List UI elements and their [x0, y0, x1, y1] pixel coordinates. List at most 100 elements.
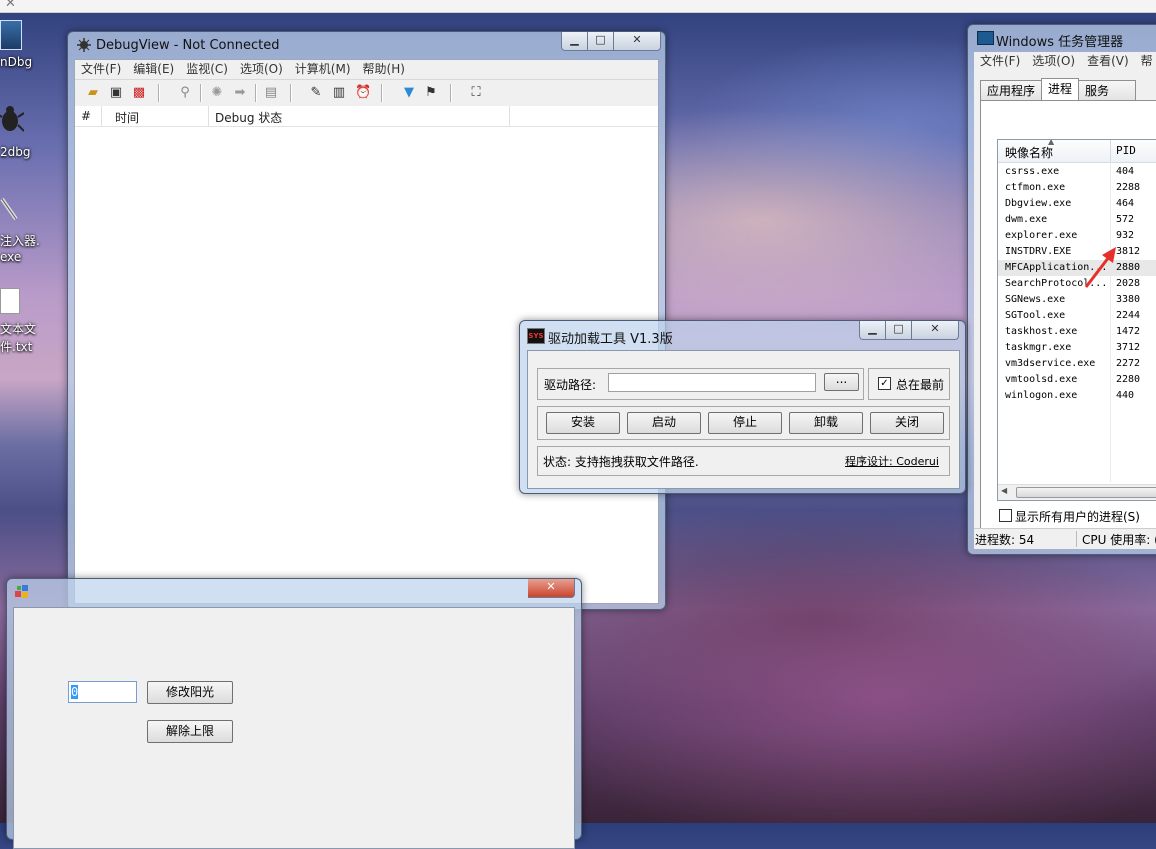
tab-applications[interactable]: 应用程序 [980, 80, 1043, 101]
menu-options[interactable]: 选项(O) [234, 60, 289, 79]
process-row[interactable]: csrss.exe 404 [998, 164, 1156, 180]
task-manager-menubar: 文件(F) 选项(O) 查看(V) 帮 [974, 52, 1156, 72]
process-name: vmtoolsd.exe [1005, 374, 1078, 385]
scroll-left-icon[interactable]: ◀ [1001, 486, 1007, 495]
mfc-app-icon [15, 585, 29, 599]
tab-processes[interactable]: 进程 [1041, 78, 1080, 101]
process-name: ctfmon.exe [1005, 182, 1066, 193]
search-icon[interactable]: ⚲ [177, 85, 193, 101]
menu-file[interactable]: 文件(F) [75, 60, 127, 79]
column-number[interactable]: # [81, 109, 91, 123]
driver-path-input[interactable] [608, 373, 816, 392]
tab-services[interactable]: 服务 [1078, 80, 1137, 101]
process-row[interactable]: vm3dservice.exe 2272 [998, 356, 1156, 372]
cpu-usage: CPU 使用率: ( [1082, 533, 1156, 547]
process-row[interactable]: ctfmon.exe 2288 [998, 180, 1156, 196]
process-row[interactable]: winlogon.exe 440 [998, 388, 1156, 404]
remove-limit-button[interactable]: 解除上限 [147, 720, 233, 743]
menu-capture[interactable]: 监视(C) [180, 60, 234, 79]
tm-menu-file[interactable]: 文件(F) [974, 52, 1026, 72]
status-text: 状态: 支持拖拽获取文件路径. [543, 455, 699, 469]
close-icon[interactable]: ✕ [5, 0, 16, 11]
task-manager-titlebar[interactable]: Windows 任务管理器 [968, 25, 1156, 51]
sunshine-value-input[interactable]: 0 [68, 681, 137, 703]
action-buttons-group: 安装 启动 停止 卸载 关闭 [537, 406, 950, 440]
process-row[interactable]: INSTDRV.EXE 3812 [998, 244, 1156, 260]
menu-edit[interactable]: 编辑(E) [127, 60, 180, 79]
process-row[interactable]: vmtoolsd.exe 2280 [998, 372, 1156, 388]
highlight-icon[interactable]: ▥ [331, 85, 347, 101]
menu-computer[interactable]: 计算机(M) [289, 60, 357, 79]
tm-menu-view[interactable]: 查看(V) [1081, 52, 1135, 72]
driver-tool-titlebar[interactable]: SYS 驱动加载工具 V1.3版 ▁ □ ✕ [520, 321, 965, 347]
column-image-name[interactable]: 映像名称 [1005, 144, 1053, 161]
desktop-icon-2dbg[interactable]: 2dbg [0, 105, 40, 165]
desktop-icon-textfile[interactable]: 文本文 件.txt [0, 288, 45, 358]
process-list[interactable]: 映像名称 ▲ PID csrss.exe 404 ctfmon.exe 2288 Dbg… [997, 139, 1156, 501]
uninstall-button[interactable]: 卸载 [789, 412, 863, 434]
column-debug-status[interactable]: Debug 状态 [215, 109, 282, 126]
close-button[interactable]: ✕ [614, 32, 661, 51]
show-all-users-checkbox[interactable] [999, 509, 1012, 522]
process-pid: 2288 [1116, 182, 1141, 193]
mfc-app-titlebar[interactable]: ✕ [7, 579, 581, 605]
minimize-button[interactable]: ▁ [859, 321, 886, 340]
always-on-top-checkbox[interactable]: ✓ [878, 377, 891, 390]
edit-filter-icon[interactable]: ✎ [308, 85, 324, 101]
open-icon[interactable]: ▰ [85, 85, 101, 101]
process-count: 进程数: 54 [975, 533, 1035, 547]
debugview-titlebar[interactable]: DebugView - Not Connected ▁ □ ✕ [68, 32, 665, 58]
start-button[interactable]: 启动 [627, 412, 701, 434]
horizontal-scrollbar[interactable]: ◀ [998, 484, 1156, 500]
highlight-filter-icon[interactable]: ⚑ [423, 85, 439, 101]
menu-help[interactable]: 帮助(H) [357, 60, 411, 79]
always-on-top-label: 总在最前 [896, 378, 945, 392]
process-pid: 932 [1116, 230, 1135, 241]
close-tool-button[interactable]: 关闭 [870, 412, 944, 434]
check-icon: ✓ [880, 378, 889, 389]
process-row[interactable]: explorer.exe 932 [998, 228, 1156, 244]
column-pid[interactable]: PID [1116, 144, 1136, 157]
scrollbar-thumb[interactable] [1016, 487, 1156, 498]
column-divider [208, 106, 209, 126]
clock-icon[interactable]: ⏰ [355, 85, 371, 101]
process-row[interactable]: SearchProtocol... 2028 [998, 276, 1156, 292]
desktop-icon-injector[interactable]: 注入器. exe [0, 195, 45, 265]
filter-icon[interactable]: ▼ [401, 85, 417, 101]
install-button[interactable]: 安装 [546, 412, 620, 434]
process-row[interactable]: dwm.exe 572 [998, 212, 1156, 228]
desktop-icon-label-ext: 件.txt [0, 340, 33, 354]
debugview-toolbar: ▰ ▣ ▩ ⚲ ✺ ➡ ▤ ✎ ▥ ⏰ ▼ ⚑ ⛶ [75, 80, 658, 107]
toolbar-separator [255, 84, 257, 102]
toolbar-separator [381, 84, 383, 102]
browse-button[interactable]: ... [824, 373, 859, 391]
credit-link[interactable]: 程序设计: Coderui [845, 453, 939, 469]
process-row[interactable]: MFCApplication... 2880 [998, 260, 1156, 276]
process-row[interactable]: taskhost.exe 1472 [998, 324, 1156, 340]
debugview-app-icon [76, 37, 92, 53]
process-row[interactable]: taskmgr.exe 3712 [998, 340, 1156, 356]
process-row[interactable]: SGTool.exe 2244 [998, 308, 1156, 324]
stop-button[interactable]: 停止 [708, 412, 782, 434]
process-row[interactable]: SGNews.exe 3380 [998, 292, 1156, 308]
capture-icon[interactable]: ✺ [209, 85, 225, 101]
modify-sunshine-button[interactable]: 修改阳光 [147, 681, 233, 704]
tm-menu-help[interactable]: 帮 [1135, 52, 1156, 72]
maximize-button[interactable]: □ [886, 321, 912, 340]
column-time[interactable]: 时间 [115, 109, 139, 126]
scroll-icon[interactable]: ▤ [263, 85, 279, 101]
minimize-button[interactable]: ▁ [561, 32, 588, 51]
binoculars-icon[interactable]: ⛶ [468, 85, 484, 101]
close-button[interactable]: ✕ [528, 579, 575, 598]
save-icon[interactable]: ▣ [108, 85, 124, 101]
column-divider [509, 106, 510, 126]
process-pid: 3380 [1116, 294, 1141, 305]
maximize-button[interactable]: □ [588, 32, 614, 51]
tm-menu-options[interactable]: 选项(O) [1026, 52, 1081, 72]
clear-icon[interactable]: ▩ [131, 85, 147, 101]
process-pid: 2244 [1116, 310, 1141, 321]
process-row[interactable]: Dbgview.exe 464 [998, 196, 1156, 212]
arrow-right-icon[interactable]: ➡ [232, 85, 248, 101]
desktop-icon-ndbg[interactable]: nDbg [0, 20, 40, 80]
close-button[interactable]: ✕ [912, 321, 959, 340]
